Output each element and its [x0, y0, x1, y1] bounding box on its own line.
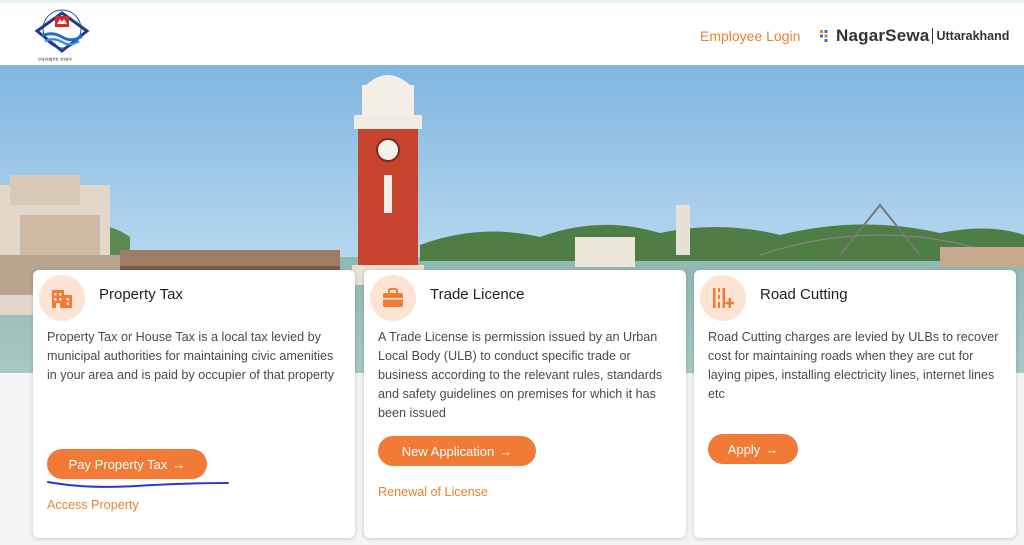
card-title: Road Cutting [760, 286, 848, 303]
brand-dots-icon [820, 30, 828, 42]
brand-name: NagarSewa [836, 26, 930, 45]
arrow-right-icon: → [172, 456, 186, 472]
card-title: Trade Licence [430, 286, 525, 303]
property-tax-card: Property Tax Property Tax or House Tax i… [33, 270, 355, 538]
nagarsewa-brand[interactable]: NagarSewa Uttarakhand [819, 26, 1009, 46]
briefcase-icon [370, 275, 416, 321]
logo-caption: उत्तराखण्ड शासन [38, 57, 72, 63]
card-title: Property Tax [99, 286, 183, 303]
access-property-link[interactable]: Access Property [47, 498, 139, 512]
trade-licence-card: Trade Licence A Trade License is permiss… [364, 270, 686, 538]
road-cutting-card: Road Cutting Road Cutting charges are le… [694, 270, 1016, 538]
hand-drawn-underline [47, 481, 229, 488]
card-description: Road Cutting charges are levied by ULBs … [708, 330, 999, 401]
arrow-right-icon: → [499, 443, 513, 459]
apply-button[interactable]: Apply → [708, 434, 798, 464]
button-label: Pay Property Tax [68, 456, 168, 472]
building-icon [39, 275, 85, 321]
new-application-button[interactable]: New Application → [378, 436, 536, 466]
pay-property-tax-button[interactable]: Pay Property Tax → [47, 449, 207, 479]
card-description: Property Tax or House Tax is a local tax… [47, 330, 335, 382]
brand-subtitle: Uttarakhand [936, 29, 1010, 43]
brand-separator [932, 28, 934, 44]
card-description: A Trade License is permission issued by … [378, 330, 663, 420]
renewal-of-license-link[interactable]: Renewal of License [378, 485, 488, 499]
employee-login-link[interactable]: Employee Login [700, 28, 800, 44]
arrow-right-icon: → [765, 441, 779, 457]
button-label: Apply [727, 441, 761, 457]
button-label: New Application [401, 443, 495, 459]
road-cutting-icon [700, 275, 746, 321]
site-header: उत्तराखण्ड शासन Employee Login NagarSewa… [0, 3, 1024, 65]
